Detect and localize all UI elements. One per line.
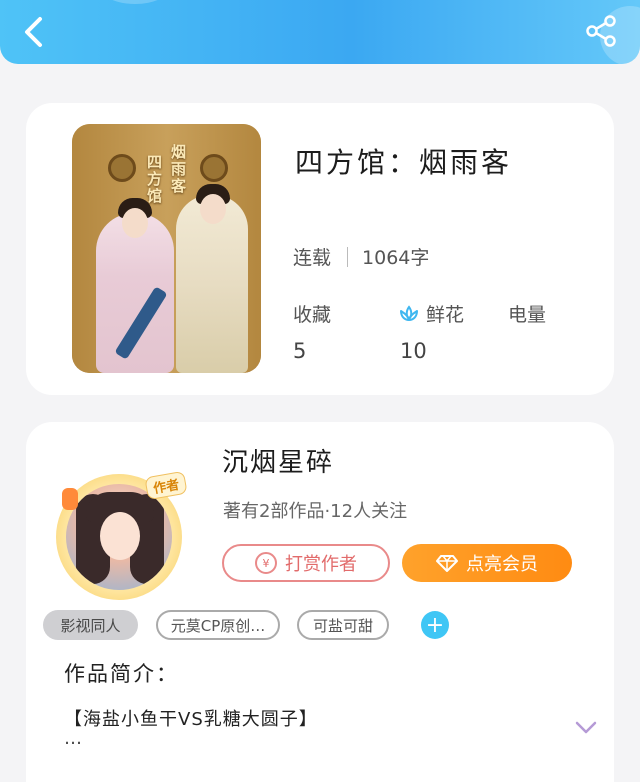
book-title: 四方馆：烟雨客 bbox=[295, 146, 513, 179]
cover-door-knob bbox=[200, 154, 228, 182]
cover-face bbox=[200, 194, 226, 224]
tip-author-button[interactable]: ¥ 打赏作者 bbox=[222, 544, 390, 582]
add-tag-button[interactable]: + bbox=[421, 611, 449, 639]
chevron-down-icon[interactable] bbox=[574, 720, 598, 736]
cover-face bbox=[122, 208, 148, 238]
favorites-count: 5 bbox=[293, 339, 307, 363]
back-icon[interactable] bbox=[18, 14, 50, 50]
flowers-count: 10 bbox=[400, 339, 427, 363]
lantern-icon bbox=[62, 488, 78, 510]
tag-item[interactable]: 影视同人 bbox=[43, 610, 138, 640]
book-cover[interactable]: 四方馆 烟雨客 bbox=[72, 124, 261, 373]
favorites-label: 收藏 bbox=[293, 304, 332, 326]
author-avatar[interactable]: 作者 bbox=[48, 462, 190, 602]
avatar-face bbox=[100, 512, 140, 560]
avatar-image bbox=[66, 484, 172, 590]
author-meta: 著有2部作品·12人关注 bbox=[223, 501, 408, 522]
cover-door-knob bbox=[108, 154, 136, 182]
top-bar bbox=[0, 0, 640, 64]
intro-ellipsis: … bbox=[64, 728, 82, 749]
yen-coin-icon: ¥ bbox=[255, 552, 277, 574]
header-decoration bbox=[100, 0, 170, 4]
word-count: 1064字 bbox=[362, 247, 430, 269]
diamond-icon bbox=[436, 555, 458, 572]
intro-label: 作品简介： bbox=[64, 662, 179, 686]
intro-text: 【海盐小鱼干VS乳糖大圆子】 bbox=[64, 709, 318, 730]
tag-item[interactable]: 元莫CP原创… bbox=[156, 610, 280, 640]
power-label: 电量 bbox=[508, 304, 547, 326]
author-name[interactable]: 沉烟星碎 bbox=[222, 442, 334, 479]
tip-author-label: 打赏作者 bbox=[285, 554, 357, 575]
author-badge: 作者 bbox=[144, 470, 188, 501]
activate-vip-label: 点亮会员 bbox=[466, 554, 538, 575]
serial-status-row: 连载 1064字 bbox=[293, 243, 429, 270]
serial-status: 连载 bbox=[293, 247, 332, 269]
activate-vip-button[interactable]: 点亮会员 bbox=[402, 544, 572, 582]
flowers-label[interactable]: 鲜花 bbox=[398, 300, 464, 327]
cover-title-left: 四方馆 bbox=[145, 154, 163, 205]
divider bbox=[347, 246, 349, 267]
lotus-icon bbox=[400, 304, 418, 321]
book-info-card: 四方馆 烟雨客 四方馆：烟雨客 连载 1064字 收藏 鲜花 电量 5 10 bbox=[26, 103, 614, 395]
tag-item[interactable]: 可盐可甜 bbox=[297, 610, 389, 640]
author-card: 作者 沉烟星碎 著有2部作品·12人关注 ¥ 打赏作者 点亮会员 影视同人 元莫… bbox=[26, 422, 614, 782]
cover-title-right: 烟雨客 bbox=[169, 144, 187, 195]
share-icon[interactable] bbox=[584, 14, 618, 48]
